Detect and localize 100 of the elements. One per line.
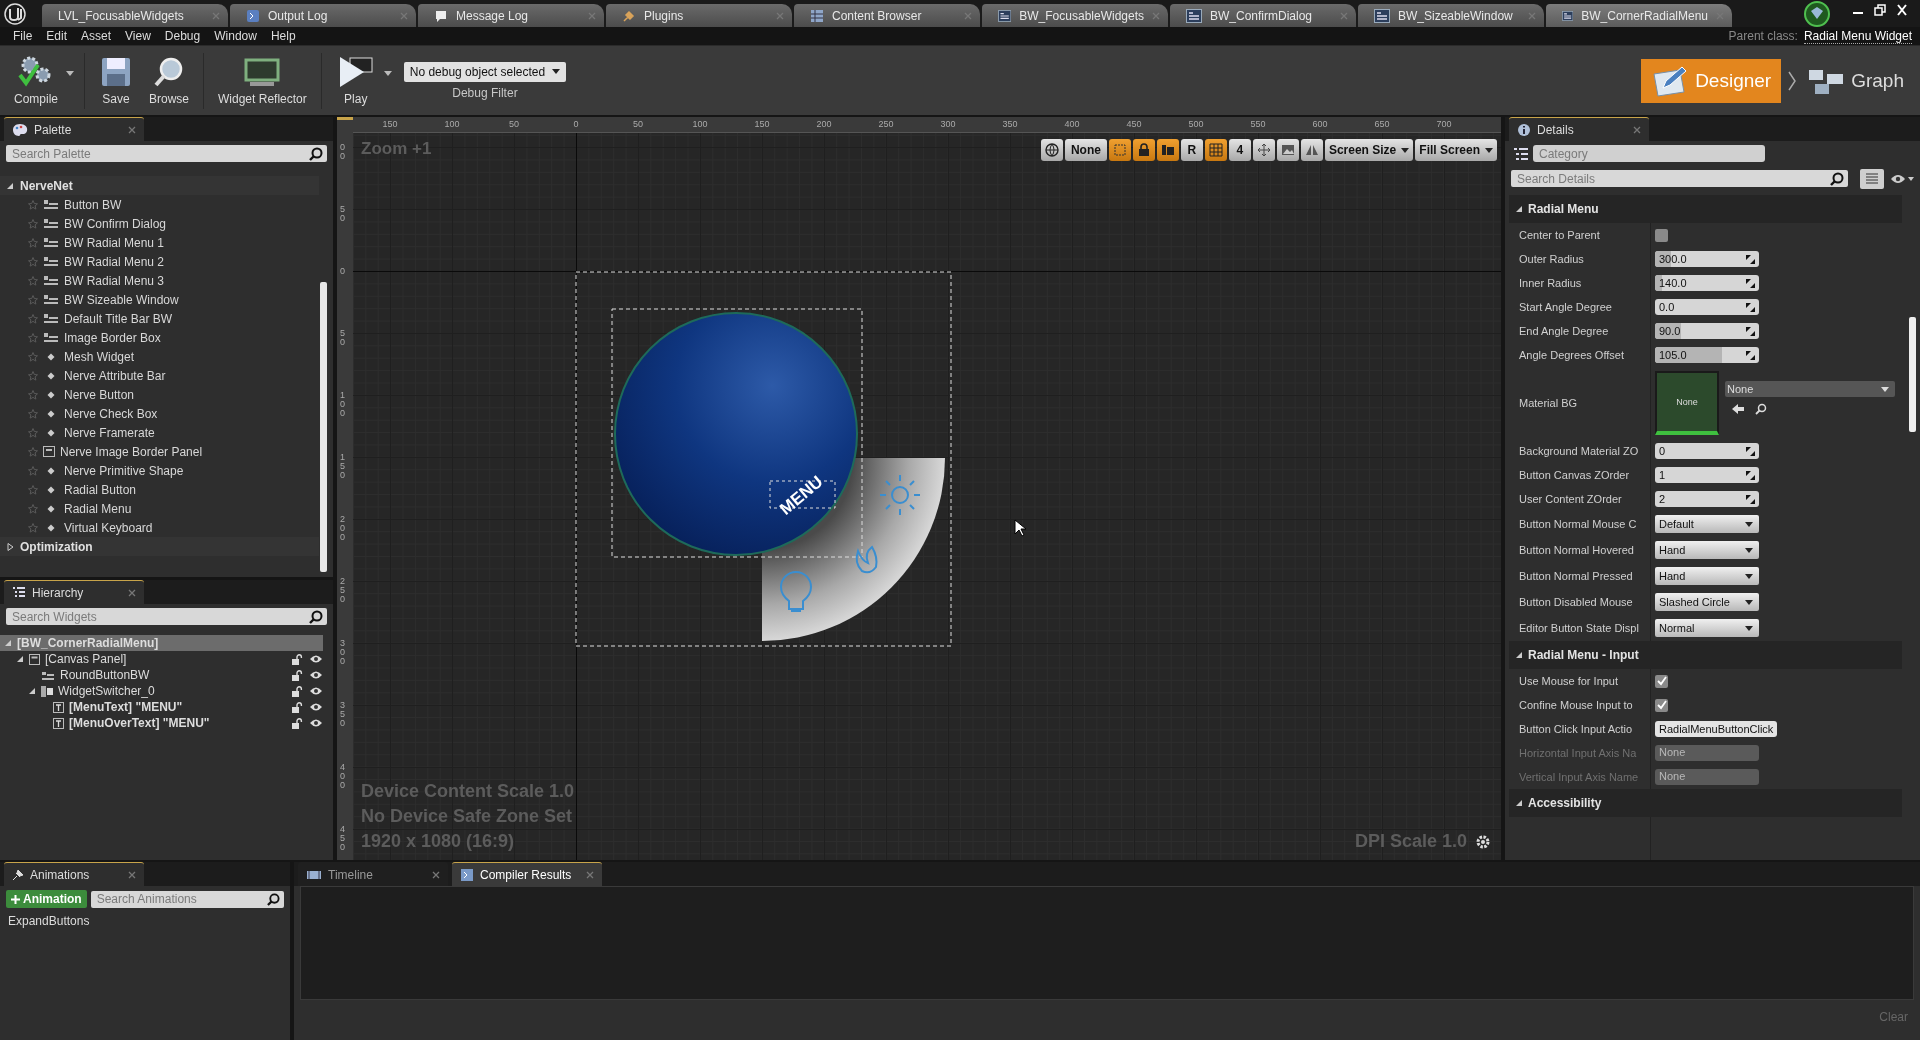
eye-icon[interactable] — [309, 718, 323, 728]
palette-item[interactable]: Nerve Check Box — [0, 404, 158, 423]
toolbar-button[interactable]: Save — [91, 55, 141, 106]
scrollbar-thumb[interactable] — [320, 282, 327, 572]
toolbar-button[interactable]: Compile — [6, 55, 66, 106]
search-icon[interactable] — [1755, 403, 1767, 415]
palette-item[interactable]: BW Radial Menu 1 — [0, 233, 165, 252]
toolbar-button[interactable]: Widget Reflector — [210, 55, 315, 106]
section-header[interactable]: Accessibility — [1509, 789, 1902, 817]
arrow-left-icon[interactable] — [1731, 403, 1745, 415]
material-thumbnail[interactable]: None — [1655, 371, 1719, 435]
palette-item[interactable]: Nerve Image Border Panel — [0, 442, 203, 461]
document-tab[interactable]: Message Log — [418, 4, 604, 27]
dropdown-field[interactable]: Default — [1655, 515, 1759, 533]
number-spin-field[interactable]: 300.0 — [1655, 251, 1759, 267]
star-icon[interactable] — [28, 389, 38, 400]
star-icon[interactable] — [28, 332, 38, 343]
palette-item[interactable]: BW Confirm Dialog — [0, 214, 167, 233]
document-tab[interactable]: Output Log — [230, 4, 416, 27]
animation-item[interactable]: ExpandButtons — [0, 912, 290, 930]
mode-tab[interactable]: Graph — [1797, 58, 1914, 103]
hierarchy-item[interactable]: [BW_CornerRadialMenu] — [0, 635, 323, 651]
toolbar-button[interactable]: Play — [327, 55, 384, 106]
eye-icon[interactable] — [309, 654, 323, 664]
dropdown-field[interactable]: Normal — [1655, 619, 1759, 637]
lock-icon[interactable] — [291, 669, 303, 681]
move-button[interactable] — [1252, 139, 1275, 161]
dropdown-field[interactable]: Hand — [1655, 567, 1759, 585]
number-spin-field[interactable]: 90.0 — [1655, 323, 1759, 339]
checkbox[interactable] — [1655, 674, 1668, 688]
star-icon[interactable] — [28, 427, 38, 438]
palette-item[interactable]: Nerve Primitive Shape — [0, 461, 184, 480]
dropdown-caret-icon[interactable] — [383, 71, 392, 76]
dropdown-field[interactable]: Hand — [1655, 541, 1759, 559]
number-spin-field[interactable]: 105.0 — [1655, 347, 1759, 363]
expand-arrow-icon[interactable] — [1515, 651, 1523, 659]
star-icon[interactable] — [28, 237, 38, 248]
number-field[interactable]: 0 — [1655, 443, 1759, 459]
search-field[interactable]: Search Palette — [6, 145, 327, 162]
toolbar-button[interactable]: Browse — [141, 55, 198, 106]
document-tab[interactable]: BW_SizeableWindow — [1358, 4, 1544, 27]
eye-icon[interactable] — [309, 686, 323, 696]
number-spin-field[interactable]: 140.0 — [1655, 275, 1759, 291]
menu-item[interactable]: Asset — [74, 29, 119, 43]
search-field[interactable]: Search Details — [1511, 170, 1848, 187]
close-icon[interactable] — [1894, 4, 1910, 16]
star-icon[interactable] — [28, 351, 38, 362]
palette-item[interactable]: BW Radial Menu 3 — [0, 271, 165, 290]
engine-logo-icon[interactable] — [4, 2, 26, 25]
document-tab[interactable]: Content Browser — [794, 4, 980, 27]
globe-button[interactable] — [1040, 139, 1063, 161]
number-field[interactable]: 2 — [1655, 491, 1759, 507]
dropdown-button[interactable]: Screen Size — [1324, 139, 1414, 161]
star-icon[interactable] — [28, 199, 38, 210]
palette-item[interactable]: Image Border Box — [0, 328, 161, 347]
parent-class-link[interactable]: Radial Menu Widget — [1803, 28, 1912, 44]
palette-item[interactable]: Radial Button — [0, 480, 137, 499]
lock-icon[interactable] — [291, 701, 303, 713]
lock-icon[interactable] — [291, 717, 303, 729]
star-icon[interactable] — [28, 484, 38, 495]
layers-button[interactable] — [1156, 139, 1179, 161]
hierarchy-item[interactable]: [MenuOverText] "MENU" — [0, 715, 285, 731]
star-icon[interactable] — [28, 503, 38, 514]
palette-item[interactable]: Button BW — [0, 195, 122, 214]
palette-category[interactable]: NerveNet — [0, 176, 319, 195]
palette-category[interactable]: Optimization — [0, 537, 319, 556]
input-action-field[interactable]: RadialMenuButtonClick — [1655, 721, 1778, 737]
palette-item[interactable]: BW Radial Menu 2 — [0, 252, 165, 271]
number-spin-field[interactable]: 0.0 — [1655, 299, 1759, 315]
star-icon[interactable] — [28, 294, 38, 305]
hierarchy-item[interactable]: [MenuText] "MENU" — [0, 699, 285, 715]
mirror-button[interactable] — [1300, 139, 1323, 161]
panel-tab[interactable]: Compiler Results — [452, 862, 602, 886]
lock-icon[interactable] — [291, 685, 303, 697]
star-icon[interactable] — [28, 446, 38, 457]
list-icon[interactable] — [1513, 146, 1529, 161]
palette-item[interactable]: Nerve Attribute Bar — [0, 366, 166, 385]
menu-item[interactable]: Edit — [39, 29, 75, 43]
settings-icon[interactable] — [1475, 833, 1491, 850]
expand-arrow-icon[interactable] — [16, 655, 24, 663]
document-tab[interactable]: BW_ConfirmDialog — [1170, 4, 1356, 27]
hierarchy-tab[interactable]: Hierarchy — [4, 580, 144, 604]
star-icon[interactable] — [28, 370, 38, 381]
palette-item[interactable]: BW Sizeable Window — [0, 290, 179, 309]
palette-item[interactable]: Radial Menu — [0, 499, 132, 518]
category-field[interactable]: Category — [1533, 145, 1765, 162]
expand-arrow-icon[interactable] — [6, 542, 14, 551]
menu-item[interactable]: File — [6, 29, 40, 43]
search-field[interactable]: Search Animations — [90, 890, 284, 908]
menu-item[interactable]: Help — [263, 29, 303, 43]
restore-icon[interactable] — [1872, 4, 1888, 16]
toolbar-button[interactable]: R — [1180, 139, 1203, 161]
search-field[interactable]: Search Widgets — [6, 608, 327, 625]
lock-icon[interactable] — [291, 653, 303, 665]
eye-icon[interactable] — [1890, 172, 1914, 185]
section-header[interactable]: Radial Menu — [1509, 195, 1902, 223]
eye-icon[interactable] — [309, 702, 323, 712]
expand-arrow-icon[interactable] — [6, 181, 14, 190]
checkbox[interactable] — [1655, 228, 1668, 242]
toolbar-button[interactable]: None — [1064, 139, 1107, 161]
